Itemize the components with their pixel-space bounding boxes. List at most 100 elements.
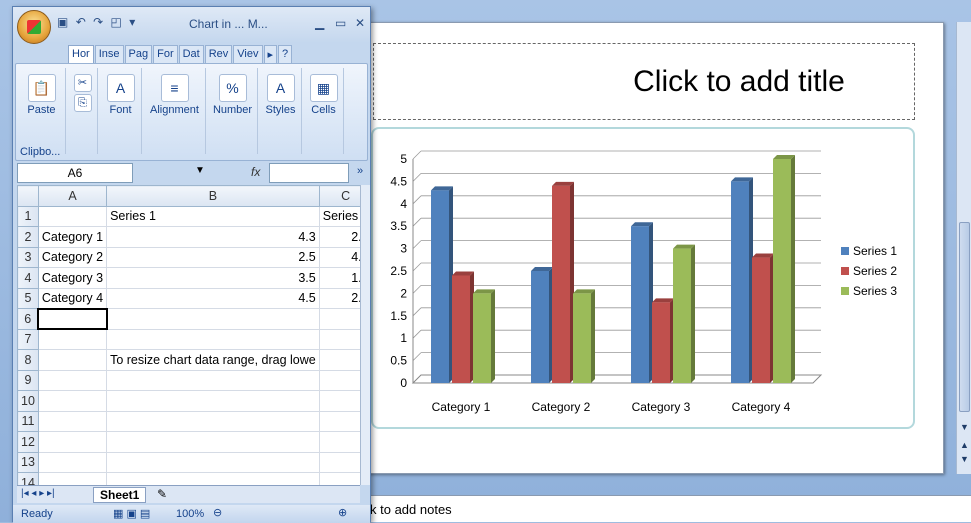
cell[interactable] [318, 328, 360, 350]
slide-vertical-scrollbar[interactable]: ▼ ▲ ▼ [956, 22, 971, 474]
row-header[interactable]: 3 [17, 246, 39, 268]
name-box[interactable]: A6 [17, 163, 133, 183]
next-slide-icon[interactable]: ▼ [960, 454, 969, 464]
cell[interactable]: 2.5 [106, 246, 320, 268]
tab-scroll-right-icon[interactable]: ▸ [263, 45, 278, 63]
spreadsheet-grid[interactable]: A B C D 1Series 1Series 2Series 32Catego… [17, 185, 360, 485]
cells-group[interactable]: ▦ Cells [304, 68, 344, 154]
customize-qat-icon[interactable]: ▾ [129, 15, 137, 29]
cell[interactable]: To resize chart data range, drag lowe [106, 349, 320, 371]
row-header[interactable]: 4 [17, 267, 39, 289]
cell[interactable]: Category 3 [37, 267, 108, 289]
print-preview-icon[interactable]: ◰ [111, 15, 124, 29]
cell[interactable] [318, 451, 360, 473]
cell[interactable]: 3.5 [106, 267, 320, 289]
sheet-tab[interactable]: Sheet1 [93, 487, 147, 503]
excel-window[interactable]: ▣ ↶ ↷ ◰ ▾ Chart in ... M... ▁ ▭ ✕ Hor In… [12, 6, 371, 523]
cell[interactable] [106, 410, 320, 432]
cell[interactable]: Series 1 [106, 205, 320, 227]
tab-home[interactable]: Hor [68, 45, 94, 63]
cell[interactable] [106, 328, 320, 350]
slide[interactable]: Click to add title 0 0.5 1 1.5 2 2.5 3 3.5 4 4.5 5… [360, 22, 944, 474]
select-all-corner[interactable] [17, 185, 39, 207]
cell[interactable] [37, 369, 108, 391]
cell[interactable] [37, 307, 108, 330]
cell[interactable] [37, 205, 108, 227]
row-header[interactable]: 2 [17, 226, 39, 248]
cell[interactable] [106, 472, 320, 485]
tab-insert[interactable]: Inse [94, 45, 124, 63]
cell[interactable] [37, 431, 108, 453]
copy-icon[interactable]: ⎘ [73, 94, 92, 112]
zoom-level[interactable]: 100% [176, 508, 204, 520]
cut-copy-group[interactable]: ✂ ⎘ [68, 68, 98, 154]
scroll-thumb[interactable] [959, 222, 970, 412]
cell[interactable] [37, 390, 108, 412]
cell[interactable] [106, 390, 320, 412]
scissors-icon[interactable]: ✂ [73, 74, 92, 92]
notes-pane[interactable]: k to add notes [360, 495, 971, 522]
cell[interactable] [37, 410, 108, 432]
cell[interactable] [106, 431, 320, 453]
cell[interactable]: Series 2 [318, 205, 360, 227]
expand-formula-bar-icon[interactable]: » [357, 165, 363, 177]
column-header[interactable]: B [106, 185, 320, 207]
minimize-icon[interactable]: ▁ [315, 16, 324, 30]
cell[interactable] [318, 431, 360, 453]
cell[interactable] [106, 369, 320, 391]
styles-group[interactable]: A Styles [260, 68, 302, 154]
cell[interactable]: 4.5 [106, 287, 320, 309]
cell[interactable] [318, 390, 360, 412]
column-header[interactable]: A [37, 185, 108, 207]
row-header[interactable]: 6 [17, 308, 39, 330]
title-placeholder[interactable]: Click to add title [373, 43, 915, 120]
chart[interactable]: 0 0.5 1 1.5 2 2.5 3 3.5 4 4.5 5 Category 1 Category … [371, 127, 915, 429]
cell[interactable] [37, 472, 108, 485]
view-buttons-icon[interactable]: ▦ ▣ ▤ [113, 507, 150, 520]
cell[interactable]: 2.8 [318, 287, 360, 309]
row-header[interactable]: 9 [17, 369, 39, 391]
row-header[interactable]: 11 [17, 410, 39, 432]
quick-access-toolbar[interactable]: ▣ ↶ ↷ ◰ ▾ [57, 15, 137, 29]
scroll-down-arrow-icon[interactable]: ▼ [960, 422, 969, 432]
cell[interactable] [37, 349, 108, 371]
row-header[interactable]: 10 [17, 390, 39, 412]
cell[interactable]: 2.4 [318, 226, 360, 248]
cell[interactable] [106, 451, 320, 473]
help-icon[interactable]: ? [278, 45, 293, 63]
redo-icon[interactable]: ↷ [93, 15, 105, 29]
sheet-nav-arrows-icon[interactable]: |◂ ◂ ▸ ▸| [21, 488, 55, 499]
tab-view[interactable]: Viev [233, 45, 263, 63]
cell[interactable] [37, 451, 108, 473]
cell[interactable] [318, 349, 360, 371]
row-header[interactable]: 14 [17, 472, 39, 485]
column-header[interactable]: C [318, 185, 360, 207]
cell[interactable] [318, 472, 360, 485]
cell[interactable] [318, 410, 360, 432]
number-group[interactable]: % Number [208, 68, 258, 154]
cell[interactable] [318, 369, 360, 391]
row-header[interactable]: 13 [17, 451, 39, 473]
undo-icon[interactable]: ↶ [76, 15, 88, 29]
formula-bar[interactable] [269, 163, 349, 183]
cell[interactable]: 1.8 [318, 267, 360, 289]
insert-sheet-icon[interactable]: ✎ [157, 487, 167, 501]
paste-button[interactable]: 📋 Paste [18, 68, 66, 154]
save-icon[interactable]: ▣ [57, 15, 70, 29]
maximize-icon[interactable]: ▭ [335, 16, 346, 30]
office-button[interactable] [17, 10, 51, 44]
tab-data[interactable]: Dat [178, 45, 204, 63]
cell[interactable] [106, 308, 320, 330]
row-header[interactable]: 7 [17, 328, 39, 350]
cell[interactable]: Category 4 [37, 287, 108, 309]
cell[interactable]: 4.4 [318, 246, 360, 268]
sheet-vertical-scrollbar[interactable] [360, 185, 370, 485]
font-group[interactable]: A Font [100, 68, 142, 154]
excel-titlebar[interactable]: ▣ ↶ ↷ ◰ ▾ Chart in ... M... ▁ ▭ ✕ [13, 7, 370, 44]
row-header[interactable]: 12 [17, 431, 39, 453]
cell[interactable] [37, 328, 108, 350]
tab-page-layout[interactable]: Pag [124, 45, 153, 63]
zoom-out-icon[interactable]: ⊖ [213, 506, 222, 519]
fx-icon[interactable]: fx [251, 165, 260, 179]
row-header[interactable]: 8 [17, 349, 39, 371]
